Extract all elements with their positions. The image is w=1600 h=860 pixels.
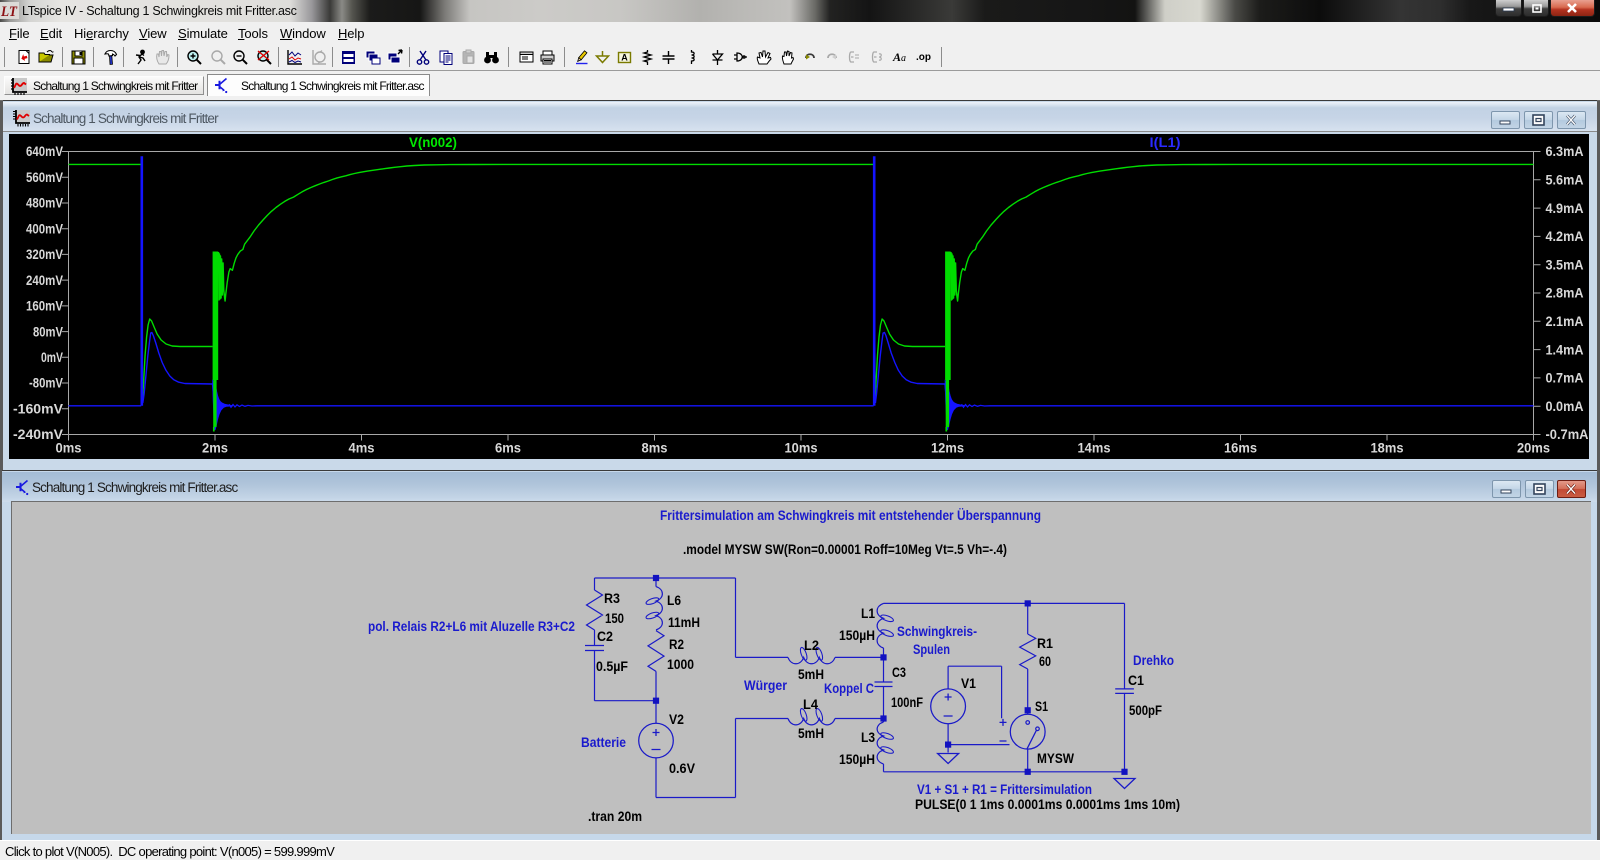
- svg-text:5mH: 5mH: [798, 667, 824, 682]
- svg-text:4ms: 4ms: [349, 441, 375, 456]
- svg-text:L3: L3: [861, 730, 875, 745]
- svg-text:a: a: [901, 53, 906, 64]
- svg-text:150: 150: [605, 611, 624, 626]
- svg-text:LT: LT: [0, 4, 18, 20]
- svg-text:.tran 20m: .tran 20m: [588, 809, 642, 824]
- svg-text:V1: V1: [961, 676, 976, 691]
- svg-text:500pF: 500pF: [1129, 703, 1162, 718]
- svg-text:5mH: 5mH: [798, 726, 824, 741]
- svg-text:100nF: 100nF: [891, 695, 923, 710]
- svg-text:10ms: 10ms: [785, 441, 818, 456]
- svg-text:150µH: 150µH: [839, 628, 875, 643]
- svg-text:Batterie: Batterie: [581, 735, 626, 750]
- svg-text:150µH: 150µH: [839, 752, 875, 767]
- svg-text:L2: L2: [804, 638, 819, 653]
- svg-text:12ms: 12ms: [931, 441, 964, 456]
- svg-text:480mV: 480mV: [26, 196, 63, 211]
- svg-text:11mH: 11mH: [668, 615, 700, 630]
- svg-text:C2: C2: [597, 629, 613, 644]
- svg-text:3.5mA: 3.5mA: [1546, 257, 1584, 272]
- svg-text:18ms: 18ms: [1371, 441, 1404, 456]
- svg-text:V2: V2: [669, 712, 684, 727]
- svg-text:A: A: [621, 53, 628, 63]
- svg-text:.op: .op: [916, 52, 931, 63]
- svg-text:Frittersimulation am Schwingkr: Frittersimulation am Schwingkreis mit en…: [660, 508, 1041, 523]
- svg-text:R2: R2: [669, 637, 684, 652]
- svg-text:L6: L6: [667, 593, 681, 608]
- svg-text:6ms: 6ms: [495, 441, 521, 456]
- svg-text:V1 + S1 + R1 = Frittersimulati: V1 + S1 + R1 = Frittersimulation: [917, 782, 1092, 797]
- svg-text:A: A: [892, 50, 901, 64]
- svg-text:Koppel C: Koppel C: [824, 681, 874, 696]
- svg-text:80mV: 80mV: [33, 324, 63, 339]
- svg-text:8ms: 8ms: [642, 441, 668, 456]
- svg-text:560mV: 560mV: [26, 170, 63, 185]
- svg-text:160mV: 160mV: [26, 299, 63, 314]
- svg-text:.model MYSW SW(Ron=0.00001 Rof: .model MYSW SW(Ron=0.00001 Roff=10Meg Vt…: [683, 542, 1007, 557]
- svg-text:L4: L4: [803, 697, 818, 712]
- svg-text:R1: R1: [1037, 636, 1053, 651]
- svg-text:pol. Relais R2+L6 mit Aluzelle: pol. Relais R2+L6 mit Aluzelle R3+C2: [368, 619, 575, 634]
- svg-text:Würger: Würger: [744, 678, 788, 693]
- svg-text:C1: C1: [1128, 673, 1144, 688]
- svg-text:PULSE(0 1 1ms 0.0001ms 0.0001m: PULSE(0 1 1ms 0.0001ms 0.0001ms 1ms 10m): [915, 797, 1180, 812]
- svg-text:4.2mA: 4.2mA: [1546, 229, 1584, 244]
- svg-text:Schwingkreis-: Schwingkreis-: [897, 624, 977, 639]
- svg-text:0.5µF: 0.5µF: [596, 659, 628, 674]
- svg-text:1.4mA: 1.4mA: [1546, 342, 1584, 357]
- svg-text:240mV: 240mV: [26, 273, 63, 288]
- svg-text:2.1mA: 2.1mA: [1546, 314, 1584, 329]
- svg-text:16ms: 16ms: [1224, 441, 1257, 456]
- svg-text:20ms: 20ms: [1517, 441, 1550, 456]
- svg-text:MYSW: MYSW: [1037, 751, 1074, 766]
- svg-text:640mV: 640mV: [26, 144, 63, 159]
- svg-text:-160mV: -160mV: [13, 402, 63, 417]
- svg-text:14ms: 14ms: [1078, 441, 1111, 456]
- svg-text:0.6V: 0.6V: [669, 761, 695, 776]
- svg-text:60: 60: [1039, 654, 1051, 669]
- svg-text:I(L1): I(L1): [1150, 135, 1181, 150]
- svg-text:6.3mA: 6.3mA: [1546, 144, 1584, 159]
- svg-text:320mV: 320mV: [26, 247, 63, 262]
- svg-text:Drehko: Drehko: [1133, 653, 1174, 668]
- svg-text:C3: C3: [892, 665, 906, 680]
- svg-text:Spulen: Spulen: [913, 642, 950, 657]
- svg-text:2.8mA: 2.8mA: [1546, 286, 1584, 301]
- svg-text:V(n002): V(n002): [409, 135, 457, 150]
- svg-text:4.9mA: 4.9mA: [1546, 201, 1584, 216]
- svg-text:400mV: 400mV: [26, 221, 63, 236]
- svg-text:1000: 1000: [667, 657, 694, 672]
- svg-text:0.7mA: 0.7mA: [1546, 371, 1584, 386]
- svg-text:0.0mA: 0.0mA: [1546, 399, 1584, 414]
- svg-text:0mV: 0mV: [41, 350, 63, 365]
- svg-text:5.6mA: 5.6mA: [1546, 173, 1584, 188]
- svg-text:2ms: 2ms: [202, 441, 228, 456]
- svg-text:L1: L1: [861, 606, 875, 621]
- svg-text:S1: S1: [1035, 699, 1048, 714]
- svg-text:-80mV: -80mV: [29, 376, 63, 391]
- svg-text:-0.7mA: -0.7mA: [1546, 427, 1589, 442]
- svg-text:R3: R3: [604, 591, 620, 606]
- svg-text:0ms: 0ms: [56, 441, 82, 456]
